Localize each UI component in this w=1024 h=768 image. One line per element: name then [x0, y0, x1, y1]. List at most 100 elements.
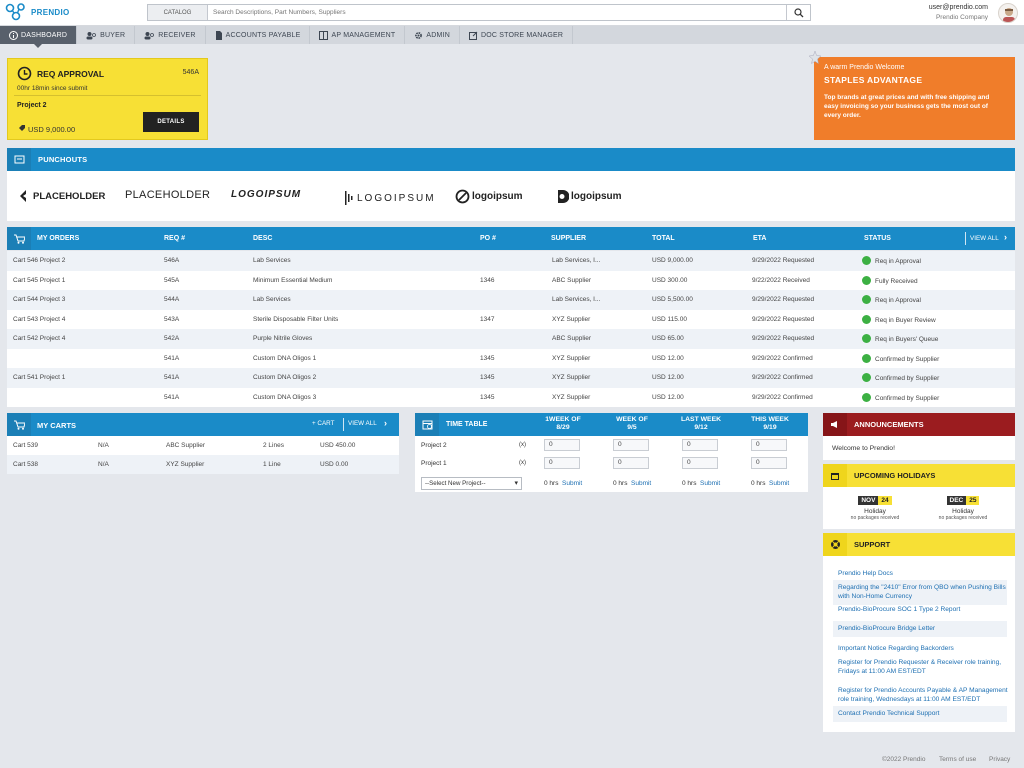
submit-link[interactable]: Submit: [562, 480, 582, 487]
footer-terms-link[interactable]: Terms of use: [939, 756, 976, 763]
hours-input[interactable]: 0: [682, 439, 718, 451]
carts-view-all[interactable]: VIEW ALL: [348, 420, 377, 427]
brand-logo[interactable]: PRENDIO: [5, 3, 70, 21]
logo-bars-icon: [345, 191, 353, 205]
table-row[interactable]: Cart 542 Project 4 542A Purple Nitrile Glo…: [7, 329, 1015, 349]
support-link[interactable]: Prendio-BioProcure SOC 1 Type 2 Report: [838, 605, 1008, 614]
punchout-logo-2[interactable]: PLACEHOLDER: [125, 189, 210, 201]
support-link[interactable]: Prendio-BioProcure Bridge Letter: [838, 624, 1008, 633]
nav-dashboard[interactable]: DASHBOARD: [0, 26, 78, 48]
announcements-body: Welcome to Prendio!: [823, 436, 1015, 460]
col-req: REQ #: [164, 235, 186, 242]
cell-total: USD 115.00: [652, 315, 687, 323]
remove-row-button[interactable]: (x): [519, 442, 526, 448]
avatar[interactable]: [998, 3, 1018, 23]
cell-supplier: XYZ Supplier: [552, 393, 591, 401]
hours-input[interactable]: 0: [751, 439, 787, 451]
user-company: Prendio Company: [935, 14, 988, 21]
hours-input[interactable]: 0: [613, 439, 649, 451]
nav-receiver[interactable]: RECEIVER: [135, 26, 206, 44]
hours-input[interactable]: 0: [544, 439, 580, 451]
status-text: Confirmed by Supplier: [875, 355, 940, 363]
cell-po: 1345: [480, 354, 495, 362]
week-label: THIS WEEK: [751, 416, 789, 423]
cell-na: N/A: [98, 461, 109, 468]
cell-desc: Sterile Disposable Filter Units: [253, 315, 339, 323]
cell-cart: Cart 539: [13, 442, 38, 449]
week-label: WEEK OF: [616, 416, 648, 423]
table-row[interactable]: Cart 543 Project 4 543A Sterile Disposable…: [7, 309, 1015, 329]
orders-view-all[interactable]: VIEW ALL: [970, 235, 999, 242]
divider: [343, 418, 344, 431]
cell-po: 1346: [480, 276, 495, 284]
punchout-logo-6[interactable]: logoipsum: [557, 189, 622, 204]
support-link[interactable]: Important Notice Regarding Backorders: [838, 644, 1008, 653]
nav-admin[interactable]: ADMIN: [405, 26, 460, 44]
hours-input[interactable]: 0: [751, 457, 787, 469]
req-approval-card[interactable]: REQ APPROVAL 546A 00hr 18min since submi…: [7, 58, 208, 140]
table-row[interactable]: 541A Custom DNA Oligos 3 1345 XYZ Supplier U…: [7, 387, 1015, 407]
cell-cart: Cart 545 Project 1: [13, 276, 66, 284]
col-desc: DESC: [253, 235, 273, 242]
logo-mark-icon: [20, 190, 26, 202]
hours-input[interactable]: 0: [544, 457, 580, 469]
hours-input[interactable]: 0: [682, 457, 718, 469]
holidays-title: UPCOMING HOLIDAYS: [854, 471, 936, 480]
users-icon: [144, 31, 155, 40]
catalog-dropdown[interactable]: CATALOG: [148, 5, 208, 20]
main-nav: DASHBOARD BUYER RECEIVER ACCOUNTS PAYABLE AP…: [0, 26, 1024, 48]
punchout-logo-4[interactable]: LOGOIPSUM: [345, 189, 436, 207]
holiday-date-badge: DEC 25: [943, 496, 983, 505]
submit-link[interactable]: Submit: [700, 480, 720, 487]
cart-row[interactable]: Cart 538 N/A XYZ Supplier 1 Line USD 0.00: [7, 455, 399, 474]
cell-cart: Cart 541 Project 1: [13, 374, 66, 381]
punchout-logo-3[interactable]: LOGOIPSUM: [231, 189, 301, 200]
remove-row-button[interactable]: (x): [519, 460, 526, 466]
cell-req: 541A: [164, 354, 180, 362]
punchout-logo-1[interactable]: PLACEHOLDER: [19, 189, 105, 203]
search-input[interactable]: [208, 5, 786, 20]
nav-ap-management[interactable]: AP MANAGEMENT: [310, 26, 406, 44]
logo-circle-icon: [455, 189, 470, 204]
nav-accounts-payable[interactable]: ACCOUNTS PAYABLE: [206, 26, 311, 44]
search-button[interactable]: [786, 5, 810, 20]
status-text: Req in Approval: [875, 258, 921, 266]
table-row[interactable]: Cart 544 Project 3 544A Lab Services Lab Se…: [7, 290, 1015, 310]
select-new-project-dropdown[interactable]: --Select New Project-- ▾: [421, 477, 522, 490]
support-link[interactable]: Register for Prendio Requester & Receive…: [838, 658, 1008, 676]
support-link[interactable]: Regarding the "2410" Error from QBO when…: [838, 583, 1008, 601]
support-link[interactable]: Register for Prendio Accounts Payable & …: [838, 686, 1008, 704]
support-title: SUPPORT: [854, 540, 891, 549]
cell-eta: 9/29/2022 Confirmed: [752, 374, 813, 381]
punchout-logo-5[interactable]: logoipsum: [455, 189, 523, 204]
footer-privacy-link[interactable]: Privacy: [989, 756, 1010, 763]
cell-req: 544A: [164, 296, 180, 303]
submit-link[interactable]: Submit: [631, 480, 651, 487]
support-link[interactable]: Contact Prendio Technical Support: [838, 709, 1008, 718]
cell-cart: Cart 544 Project 3: [13, 296, 66, 303]
check-icon: [862, 256, 871, 265]
table-row[interactable]: Cart 546 Project 2 546A Lab Services Lab Se…: [7, 251, 1015, 271]
col-eta: ETA: [753, 235, 767, 242]
add-cart-button[interactable]: + CART: [312, 420, 334, 427]
status-text: Req in Approval: [875, 297, 921, 305]
support-link[interactable]: Prendio Help Docs: [838, 569, 1008, 578]
cell-status: Fully Received: [862, 275, 918, 286]
nav-doc-store-manager[interactable]: DOC STORE MANAGER: [460, 26, 574, 44]
cart-row[interactable]: Cart 539 N/A ABC Supplier 2 Lines USD 450.00: [7, 436, 399, 455]
col-status: STATUS: [864, 235, 891, 242]
hours-input[interactable]: 0: [613, 457, 649, 469]
table-row[interactable]: Cart 541 Project 1 541A Custom DNA Oligos …: [7, 368, 1015, 388]
status-text: Confirmed by Supplier: [875, 394, 940, 402]
punchouts-title: PUNCHOUTS: [38, 155, 88, 164]
cell-na: N/A: [98, 442, 109, 449]
details-button[interactable]: DETAILS: [143, 112, 199, 132]
table-row[interactable]: 541A Custom DNA Oligos 1 1345 XYZ Supplier U…: [7, 348, 1015, 368]
cell-desc: Lab Services: [253, 296, 291, 303]
check-icon: [862, 275, 871, 285]
user-info[interactable]: user@prendio.com Prendio Company: [929, 3, 988, 23]
nav-buyer[interactable]: BUYER: [77, 26, 136, 44]
staples-promo-banner[interactable]: A warm Prendio Welcome STAPLES ADVANTAGE…: [808, 51, 1015, 140]
submit-link[interactable]: Submit: [769, 480, 789, 487]
table-row[interactable]: Cart 545 Project 1 545A Minimum Essential …: [7, 270, 1015, 290]
